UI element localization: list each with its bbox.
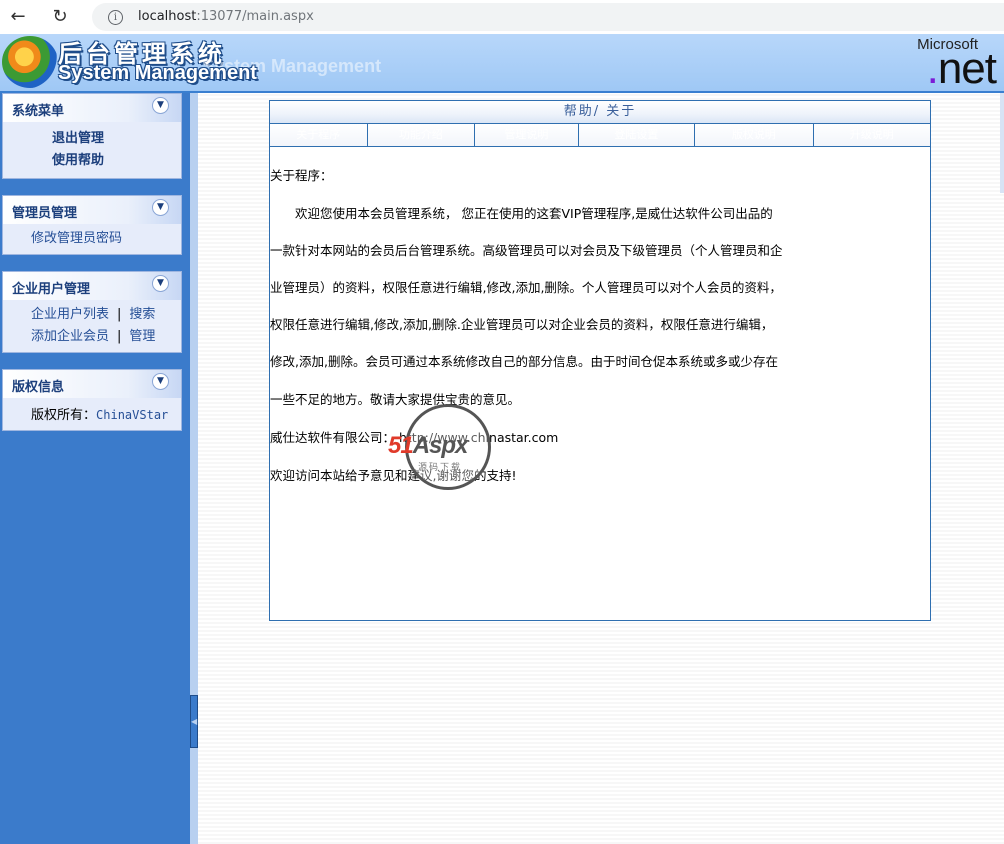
menu-item-help[interactable]: 使用帮助: [3, 150, 181, 172]
site-info-icon[interactable]: i: [108, 10, 123, 25]
watermark-subtext: 源码下载: [418, 463, 463, 473]
windows-logo-icon: [2, 36, 58, 88]
content-line: 修改,添加,删除。会员可通过本系统修改自己的部分信息。由于时间仓促本系统或多或少…: [270, 354, 778, 369]
back-arrow-icon[interactable]: ←: [6, 5, 30, 29]
tab-upgrade[interactable]: 升级说明: [813, 124, 931, 146]
content-line: 关于程序：: [270, 168, 333, 183]
menu-item-logout[interactable]: 退出管理: [3, 128, 181, 150]
sidebar: 系统菜单 ▼ 退出管理 使用帮助 管理员管理 ▼ 修改管理员密码 企业用户管理 …: [0, 93, 190, 844]
app-header: 后台管理系统 System Management System Manageme…: [0, 34, 1004, 93]
menu-admin: 管理员管理 ▼ 修改管理员密码: [2, 195, 182, 255]
menu-item-add-company[interactable]: 添加企业会员: [31, 329, 109, 344]
url-text[interactable]: localhost:13077/main.aspx: [138, 9, 314, 24]
collapse-chevron-icon[interactable]: ▼: [152, 97, 169, 114]
menu-item-manage[interactable]: 管理: [129, 329, 155, 344]
dotnet-logo: .net: [926, 44, 997, 93]
app-title-en: System Management: [58, 62, 257, 84]
menu-system-header[interactable]: 系统菜单 ▼: [3, 94, 181, 122]
panel-title: 帮助/ 关于: [270, 101, 930, 124]
tab-management[interactable]: 管理说明: [475, 124, 579, 146]
collapse-sidebar-icon[interactable]: ◀: [190, 695, 198, 748]
tab-login-settings[interactable]: 登陆设置: [578, 124, 696, 146]
scrollbar[interactable]: [1000, 93, 1004, 193]
browser-toolbar: ← ↻ i localhost:13077/main.aspx: [0, 0, 1004, 35]
menu-company: 企业用户管理 ▼ 企业用户列表 | 搜索 添加企业会员 | 管理: [2, 271, 182, 353]
address-bar[interactable]: i localhost:13077/main.aspx: [92, 3, 1004, 31]
reload-icon[interactable]: ↻: [48, 5, 72, 29]
tab-features[interactable]: 功能介绍: [367, 124, 476, 146]
menu-copyright: 版权信息 ▼ 版权所有：ChinaVStar: [2, 369, 182, 431]
content-line: 权限任意进行编辑,修改,添加,删除.企业管理员可以对企业会员的资料，权限任意进行…: [270, 317, 774, 332]
content-line: 业管理员）的资料，权限任意进行编辑,修改,添加,删除。个人管理员可以对个人会员的…: [270, 280, 782, 295]
panel-tabs: 关于程序 功能介绍 管理说明 登陆设置 版权说明 升级说明: [270, 124, 931, 147]
menu-item-search[interactable]: 搜索: [129, 307, 155, 322]
menu-admin-header[interactable]: 管理员管理 ▼: [3, 196, 181, 224]
collapse-chevron-icon[interactable]: ▼: [152, 199, 169, 216]
content-line: 一款针对本网站的会员后台管理系统。高级管理员可以对会员及下级管理员（个人管理员和…: [270, 243, 783, 258]
menu-copyright-header[interactable]: 版权信息 ▼: [3, 370, 181, 398]
help-panel: 帮助/ 关于 关于程序 功能介绍 管理说明 登陆设置 版权说明 升级说明 关于程…: [269, 100, 931, 621]
tab-about[interactable]: 关于程序: [270, 124, 368, 146]
collapse-chevron-icon[interactable]: ▼: [152, 275, 169, 292]
collapse-chevron-icon[interactable]: ▼: [152, 373, 169, 390]
watermark-logo: 51Aspx: [388, 432, 468, 459]
content-line: 一些不足的地方。敬请大家提供宝贵的意见。: [270, 392, 521, 407]
tab-copyright[interactable]: 版权说明: [695, 124, 814, 146]
menu-system: 系统菜单 ▼ 退出管理 使用帮助: [2, 93, 182, 179]
copyright-text: 版权所有：ChinaVStar: [31, 408, 169, 423]
menu-company-header[interactable]: 企业用户管理 ▼: [3, 272, 181, 300]
content-line: 欢迎您使用本会员管理系统， 您正在使用的这套VIP管理程序,是威仕达软件公司出品…: [270, 206, 773, 221]
menu-item-change-password[interactable]: 修改管理员密码: [3, 228, 181, 250]
menu-item-company-list[interactable]: 企业用户列表: [31, 307, 109, 322]
